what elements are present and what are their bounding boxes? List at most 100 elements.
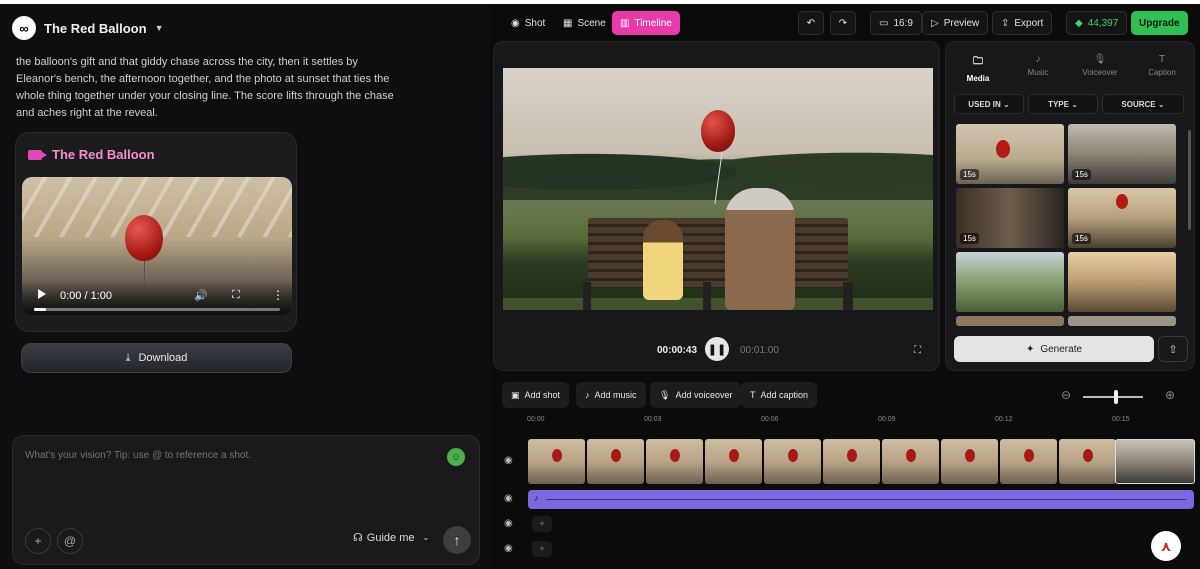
video-track-eye-icon[interactable]: ◉	[504, 455, 513, 466]
play-icon[interactable]	[38, 289, 46, 299]
mention-button[interactable]: @	[57, 528, 83, 554]
tab-caption[interactable]: T Caption	[1132, 54, 1192, 77]
duration-badge: 15s	[960, 233, 979, 244]
tab-timeline[interactable]: ▥ Timeline	[612, 11, 680, 35]
add-attachment-button[interactable]: +	[25, 528, 51, 554]
video-player[interactable]: 0:00 / 1:00 🔊 ⛶ ⋮	[22, 177, 292, 315]
timeline-clip[interactable]	[882, 439, 939, 484]
timeline-clip[interactable]	[646, 439, 703, 484]
filter-type[interactable]: TYPE ⌄	[1028, 94, 1098, 114]
assistant-message: the balloon's gift and that giddy chase …	[16, 56, 394, 119]
media-thumb[interactable]: 15s	[956, 188, 1064, 248]
add-shot-button[interactable]: ▣ Add shot	[502, 382, 570, 408]
audio-track-eye-icon[interactable]: ◉	[504, 493, 513, 504]
fullscreen-icon[interactable]: ⛶	[232, 289, 240, 302]
media-thumb[interactable]: 15s	[1068, 124, 1176, 184]
timeline-clip[interactable]	[705, 439, 762, 484]
timeline-clip[interactable]	[823, 439, 880, 484]
zoom-in-icon[interactable]: ⊕	[1165, 388, 1175, 402]
video-progress-bar[interactable]	[34, 308, 280, 311]
media-thumb[interactable]: 15s	[1068, 188, 1176, 248]
zoom-slider[interactable]	[1083, 396, 1143, 398]
download-button[interactable]: ⤓ Download	[21, 343, 292, 373]
tab-shot[interactable]: ◉ Shot	[503, 11, 553, 35]
ruler-tick: 00:03	[644, 416, 662, 423]
preview-player: 00:00:43 ❚❚ 00:01:00 ⛶	[493, 41, 940, 371]
voiceover-track-eye-icon[interactable]: ◉	[504, 518, 513, 529]
filter-source[interactable]: SOURCE ⌄	[1102, 94, 1184, 114]
tab-music[interactable]: ♪ Music	[1008, 54, 1068, 77]
zoom-out-icon[interactable]: ⊖	[1061, 388, 1071, 402]
tab-scene-label: Scene	[577, 17, 606, 29]
timeline-clip[interactable]	[1059, 439, 1116, 484]
add-caption-track-button[interactable]: +	[532, 541, 552, 557]
add-music-button[interactable]: ♪ Add music	[576, 382, 646, 408]
upgrade-button[interactable]: Upgrade	[1131, 11, 1188, 35]
project-header[interactable]: ∞ The Red Balloon ▼	[12, 16, 163, 40]
music-icon: ♪	[1035, 54, 1041, 65]
zoom-slider-handle[interactable]	[1114, 390, 1118, 404]
export-button[interactable]: ⇪ Export	[992, 11, 1053, 35]
plus-icon: +	[34, 534, 42, 548]
preview-frame[interactable]	[503, 68, 933, 310]
clip-balloon	[552, 449, 562, 462]
timeline-clip[interactable]	[941, 439, 998, 484]
add-music-label: Add music	[594, 390, 637, 400]
pause-button[interactable]: ❚❚	[705, 337, 729, 361]
music-track-clip[interactable]: ♪	[528, 490, 1194, 509]
media-scrollbar[interactable]	[1188, 130, 1191, 230]
upload-button[interactable]: ⇧	[1158, 336, 1188, 362]
add-voiceover-track-button[interactable]: +	[532, 516, 552, 532]
send-button[interactable]: ↑	[443, 526, 471, 554]
timeline-clip[interactable]	[764, 439, 821, 484]
timeline-clip[interactable]	[587, 439, 644, 484]
media-thumb[interactable]	[1068, 316, 1176, 326]
audio-waveform	[546, 499, 1186, 500]
text-icon: T	[1158, 54, 1166, 65]
aspect-ratio-button[interactable]: ▭ 16:9	[870, 11, 922, 35]
tab-music-label: Music	[1027, 68, 1049, 77]
at-icon: @	[63, 534, 77, 548]
plus-icon: +	[539, 518, 545, 530]
more-options-icon[interactable]: ⋮	[272, 288, 284, 302]
frame-girl	[643, 220, 683, 300]
preview-button[interactable]: ▷ Preview	[922, 11, 989, 35]
assistant-bot-icon[interactable]: ☺	[447, 448, 465, 466]
volume-icon[interactable]: 🔊	[194, 289, 208, 302]
undo-button[interactable]: ↶	[798, 11, 824, 35]
guide-label: Guide me	[366, 531, 415, 544]
duration-badge: 15s	[1072, 169, 1091, 180]
play-outline-icon: ▷	[931, 17, 939, 29]
music-note-icon: ♪	[534, 493, 539, 503]
pdf-icon[interactable]: ⋏	[1151, 531, 1181, 561]
video-frame-balloon	[125, 215, 163, 261]
export-icon: ⇪	[1001, 17, 1010, 29]
timeline-clip[interactable]	[528, 439, 585, 484]
timeline-clip[interactable]	[1000, 439, 1057, 484]
media-thumb[interactable]	[956, 316, 1064, 326]
shot-icon: ◉	[511, 17, 520, 29]
timeline-icon: ▥	[620, 17, 630, 29]
prompt-input[interactable]	[25, 450, 425, 461]
media-thumb[interactable]	[1068, 252, 1176, 312]
video-time: 0:00 / 1:00	[60, 290, 112, 302]
generate-button[interactable]: ✦ Generate	[954, 336, 1154, 362]
timeline-clip-selected[interactable]	[1115, 439, 1195, 484]
tab-scene[interactable]: ▦ Scene	[555, 11, 614, 35]
media-thumb[interactable]	[956, 252, 1064, 312]
microphone-icon: 🎙	[1093, 54, 1107, 65]
tab-media[interactable]: 🗀 Media	[948, 54, 1008, 83]
guide-me-dropdown[interactable]: ☊ Guide me ⌄	[353, 531, 429, 545]
tab-media-label: Media	[966, 74, 990, 83]
tab-voiceover[interactable]: 🎙 Voiceover	[1070, 54, 1130, 77]
add-voiceover-button[interactable]: 🎙 Add voiceover	[650, 382, 742, 408]
redo-button[interactable]: ↷	[830, 11, 856, 35]
video-progress-fill	[34, 308, 47, 311]
credits-badge[interactable]: ◆ 44,397	[1066, 11, 1128, 35]
media-thumb[interactable]: 15s	[956, 124, 1064, 184]
current-time: 00:00:43	[657, 345, 698, 356]
caption-track-eye-icon[interactable]: ◉	[504, 543, 513, 554]
add-caption-button[interactable]: T Add caption	[741, 382, 818, 408]
filter-used-in[interactable]: USED IN ⌄	[954, 94, 1024, 114]
fullscreen-icon[interactable]: ⛶	[914, 345, 921, 356]
